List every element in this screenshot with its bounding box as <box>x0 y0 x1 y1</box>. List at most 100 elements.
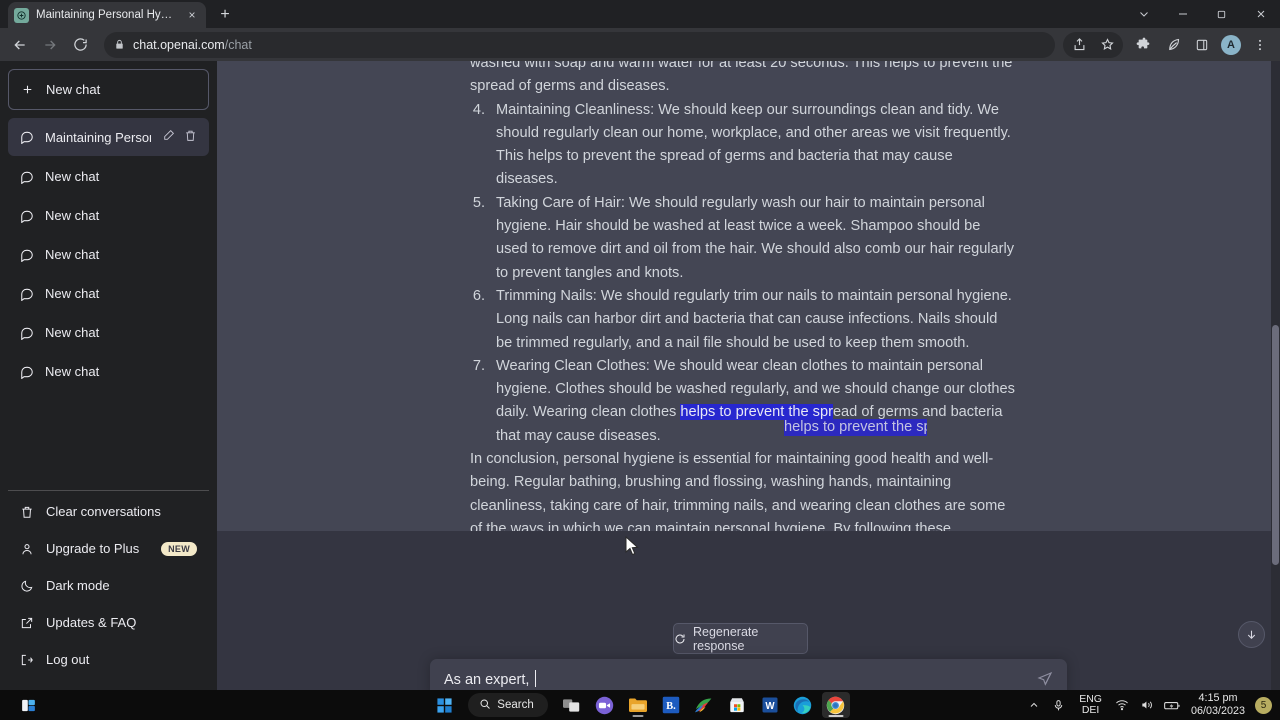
list-item-text: Wearing Clean Clothes: We should wear cl… <box>496 355 1015 448</box>
chrome-icon[interactable] <box>821 692 850 718</box>
chevron-up-icon[interactable] <box>1021 691 1046 719</box>
url-path: /chat <box>224 37 252 52</box>
tab-strip: Maintaining Personal Hygiene × + <box>0 0 1280 28</box>
new-badge: NEW <box>161 541 197 556</box>
edge-glyph <box>794 696 812 714</box>
active-indicator <box>828 715 844 717</box>
forward-button[interactable] <box>36 31 64 59</box>
message-input-box[interactable]: As an expert, <box>430 659 1067 690</box>
b-app-glyph: B. <box>662 696 679 714</box>
sidebar-item-label: New chat <box>45 208 100 223</box>
sidebar-item-actions <box>162 129 197 145</box>
side-panel-icon[interactable] <box>1188 31 1216 59</box>
maximize-icon[interactable] <box>1202 0 1241 28</box>
taskbar-clock[interactable]: 4:15 pm 06/03/2023 <box>1185 692 1253 718</box>
notification-badge[interactable]: 5 <box>1255 696 1272 714</box>
lock-icon <box>114 39 125 50</box>
sidebar-item-label: New chat <box>45 325 100 340</box>
message-input[interactable]: As an expert, <box>444 670 537 688</box>
address-bar[interactable]: chat.openai.com/chat <box>104 31 1055 58</box>
task-view-icon[interactable] <box>558 692 586 718</box>
message-icon <box>20 130 34 144</box>
sidebar-menu-label: Log out <box>46 652 90 667</box>
paint-swirl-icon[interactable] <box>690 692 718 718</box>
tab-search-chevron-down-icon[interactable] <box>1124 0 1163 28</box>
b-app-icon[interactable]: B. <box>657 692 685 718</box>
bookmark-star-icon[interactable] <box>1093 31 1121 59</box>
chrome-menu-icon[interactable] <box>1246 31 1274 59</box>
sidebar-menu-label: Updates & FAQ <box>46 615 137 630</box>
word-icon[interactable]: W <box>756 692 784 718</box>
url-domain: chat.openai.com <box>133 37 225 52</box>
trash-icon[interactable] <box>184 129 197 145</box>
store-glyph <box>729 698 744 713</box>
browser-window: Maintaining Personal Hygiene × + chat.op… <box>0 0 1280 690</box>
refresh-icon <box>674 633 686 645</box>
sidebar-item-maintaining-personal-hygiene[interactable]: Maintaining Personal H <box>8 118 209 156</box>
browser-tab[interactable]: Maintaining Personal Hygiene × <box>8 2 206 28</box>
sidebar-item-clear-conversations[interactable]: Clear conversations <box>8 493 209 530</box>
edge-icon[interactable] <box>789 692 817 718</box>
leaf-shield-icon[interactable] <box>1159 31 1187 59</box>
sidebar-item-new-chat-6[interactable]: New chat <box>8 353 209 390</box>
close-icon[interactable]: × <box>184 7 200 23</box>
sidebar-item-new-chat-1[interactable]: New chat <box>8 158 209 195</box>
battery-charging-icon[interactable] <box>1160 691 1185 719</box>
speaker-icon[interactable] <box>1135 691 1160 719</box>
list-item-number: 4. <box>472 101 485 118</box>
new-chat-button[interactable]: New chat <box>8 69 209 110</box>
logout-icon <box>20 653 34 667</box>
minimize-icon[interactable] <box>1163 0 1202 28</box>
new-tab-button[interactable]: + <box>214 4 236 26</box>
send-paper-plane-icon[interactable] <box>1037 671 1053 687</box>
teams-camera-icon[interactable] <box>591 692 619 718</box>
share-icon[interactable] <box>1065 31 1093 59</box>
sidebar-item-new-chat-3[interactable]: New chat <box>8 236 209 273</box>
moon-icon <box>20 579 34 593</box>
wifi-icon[interactable] <box>1110 691 1135 719</box>
page-scrollbar[interactable] <box>1271 61 1280 690</box>
taskbar-search[interactable]: Search <box>468 693 548 717</box>
list-item-number: 6. <box>472 287 485 304</box>
list-item-number: 7. <box>472 357 485 374</box>
back-button[interactable] <box>6 31 34 59</box>
chatgpt-page: New chat Maintaining Personal H <box>0 61 1280 690</box>
extensions-puzzle-icon[interactable] <box>1130 31 1158 59</box>
partial-paragraph: washed with soap and warm water for at l… <box>470 61 1013 95</box>
message-icon <box>20 209 34 223</box>
file-explorer-icon[interactable] <box>624 692 652 718</box>
scrollbar-thumb[interactable] <box>1272 325 1279 565</box>
toolbar-right-icons: A <box>1063 31 1274 59</box>
message-icon <box>20 365 34 379</box>
sidebar-item-log-out[interactable]: Log out <box>8 641 209 678</box>
sidebar-item-new-chat-2[interactable]: New chat <box>8 197 209 234</box>
text-caret <box>535 670 537 687</box>
ordered-list: 4. Maintaining Cleanliness: We should ke… <box>470 99 1015 448</box>
sidebar-divider <box>8 490 209 491</box>
edit-pencil-icon[interactable] <box>162 129 175 145</box>
message-icon <box>20 170 34 184</box>
sidebar-item-upgrade-to-plus[interactable]: Upgrade to Plus NEW <box>8 530 209 567</box>
language-indicator[interactable]: ENG DEI <box>1071 694 1110 716</box>
scroll-to-bottom-button[interactable] <box>1238 621 1265 648</box>
sidebar-item-updates-faq[interactable]: Updates & FAQ <box>8 604 209 641</box>
microphone-icon[interactable] <box>1046 691 1071 719</box>
sidebar-item-dark-mode[interactable]: Dark mode <box>8 567 209 604</box>
sidebar-item-new-chat-4[interactable]: New chat <box>8 275 209 312</box>
list-item: 6. Trimming Nails: We should regularly t… <box>470 285 1015 355</box>
clock-time: 4:15 pm <box>1198 692 1238 704</box>
regenerate-response-button[interactable]: Regenerate response <box>673 623 808 654</box>
person-icon <box>20 542 34 556</box>
sidebar-item-new-chat-5[interactable]: New chat <box>8 314 209 351</box>
tab-title: Maintaining Personal Hygiene <box>36 9 177 21</box>
windows-start-button[interactable] <box>430 692 458 718</box>
chrome-glyph <box>827 696 845 714</box>
microsoft-store-icon[interactable] <box>723 692 751 718</box>
list-item: 4. Maintaining Cleanliness: We should ke… <box>470 99 1015 192</box>
close-window-icon[interactable] <box>1241 0 1280 28</box>
profile-avatar[interactable]: A <box>1217 31 1245 59</box>
message-icon <box>20 248 34 262</box>
reload-button[interactable] <box>66 31 94 59</box>
main-content: washed with soap and warm water for at l… <box>217 61 1280 690</box>
plus-icon <box>21 83 34 96</box>
